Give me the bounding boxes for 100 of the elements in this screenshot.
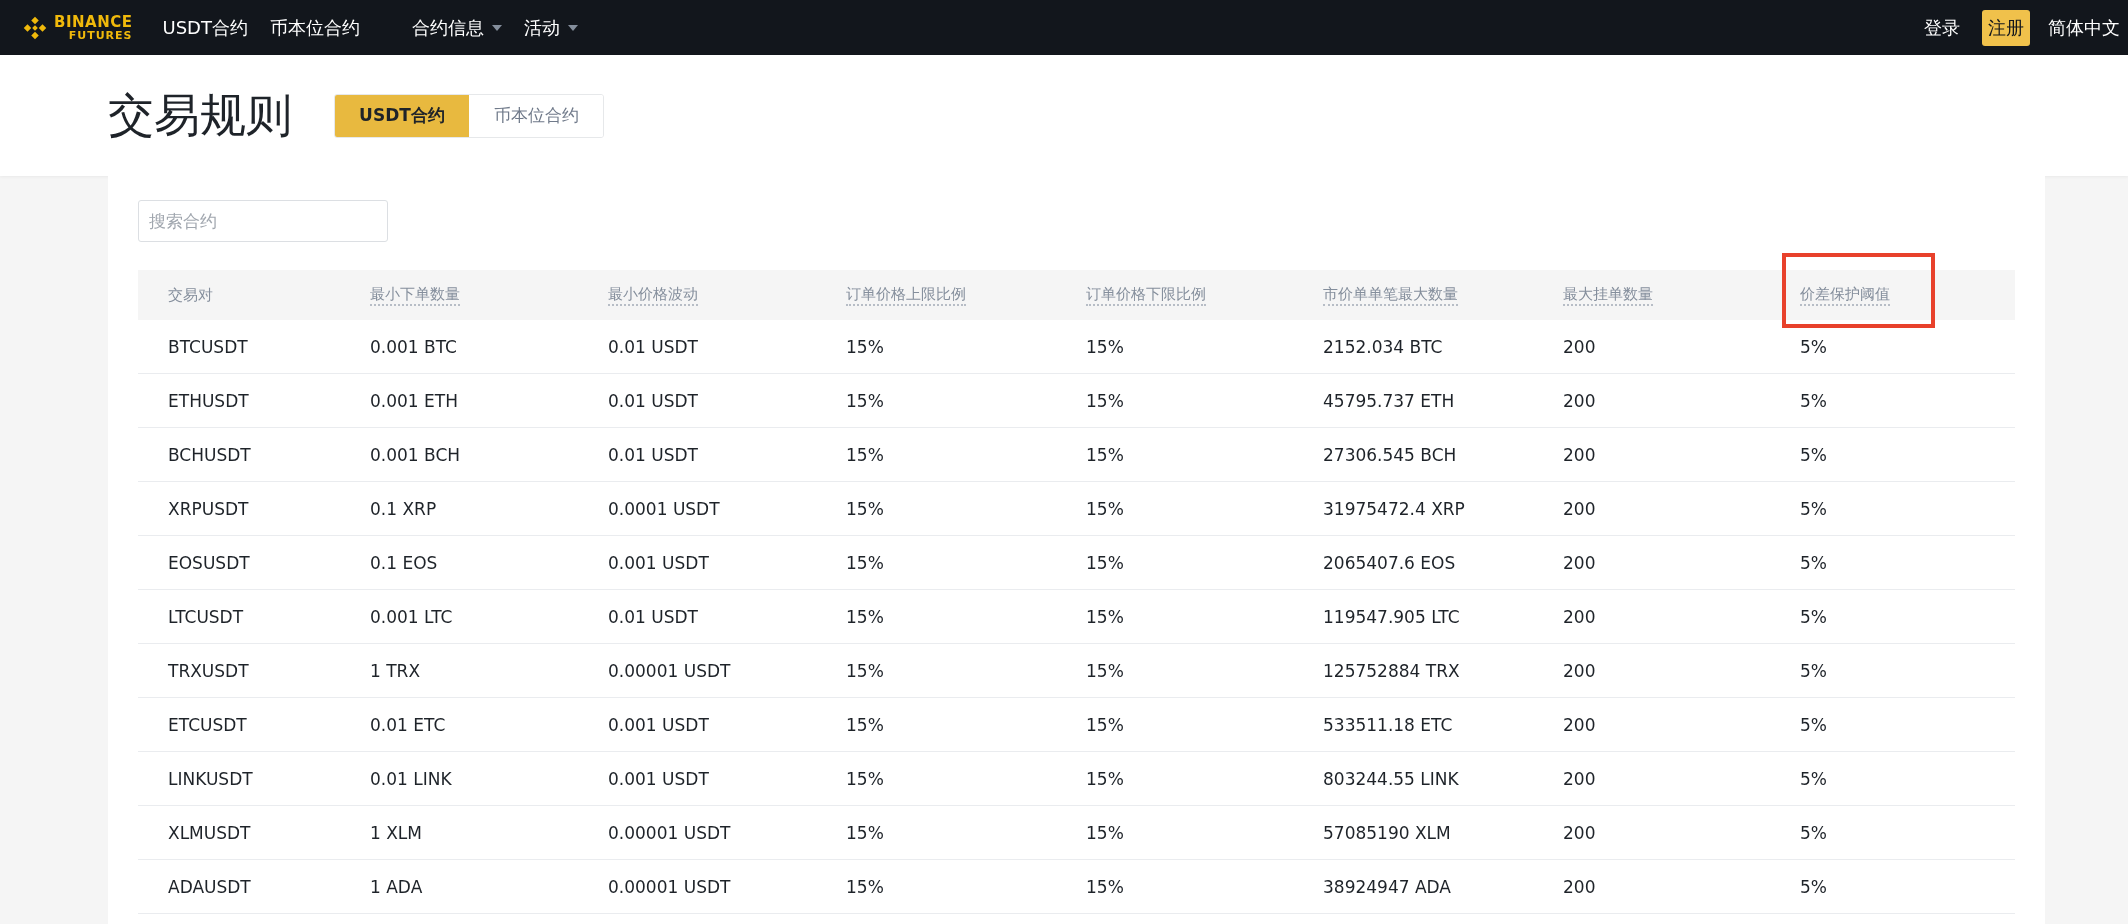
table-cell: 200: [1563, 336, 1596, 357]
tab[interactable]: USDT合约: [335, 94, 469, 137]
register-button[interactable]: 注册: [1982, 9, 2030, 46]
nav-link[interactable]: 合约信息: [411, 15, 502, 40]
table-cell: 15%: [1086, 444, 1124, 465]
nav-link[interactable]: 币本位合约: [269, 15, 360, 40]
table-cell: 15%: [1086, 714, 1124, 735]
table-cell: 15%: [1086, 336, 1124, 357]
table-cell: BTCUSDT: [168, 336, 248, 357]
search-field[interactable]: 搜索合约: [138, 200, 388, 242]
table-cell: BCHUSDT: [168, 444, 251, 465]
column-header: 最小下单数量: [370, 284, 460, 306]
table-cell: 5%: [1800, 552, 1827, 573]
table-cell: 5%: [1800, 714, 1827, 735]
table-cell: 15%: [846, 552, 884, 573]
table-cell: TRXUSDT: [168, 660, 249, 681]
table-cell: 5%: [1800, 768, 1827, 789]
table-cell: 200: [1563, 390, 1596, 411]
table-cell: 31975472.4 XRP: [1323, 498, 1465, 519]
table-cell: 2152.034 BTC: [1323, 336, 1443, 357]
table-cell: 15%: [846, 606, 884, 627]
column-header: 交易对: [168, 285, 213, 305]
table-cell: 200: [1563, 714, 1596, 735]
table-cell: 5%: [1800, 498, 1827, 519]
nav-link[interactable]: USDT合约: [162, 15, 248, 40]
table-cell: 5%: [1800, 444, 1827, 465]
table-cell: 0.001 ETH: [370, 390, 458, 411]
table-cell: 0.00001 USDT: [608, 822, 731, 843]
table-cell: 38924947 ADA: [1323, 876, 1451, 897]
column-header: 订单价格上限比例: [846, 284, 966, 306]
table-cell: EOSUSDT: [168, 552, 250, 573]
table-cell: 15%: [846, 660, 884, 681]
table-cell: 5%: [1800, 336, 1827, 357]
table-cell: 0.001 BTC: [370, 336, 457, 357]
caret-icon: [567, 24, 578, 31]
table-cell: ETHUSDT: [168, 390, 249, 411]
table-cell: ETCUSDT: [168, 714, 247, 735]
table-cell: 0.01 USDT: [608, 606, 698, 627]
table-cell: 200: [1563, 606, 1596, 627]
table-cell: 1 ADA: [370, 876, 423, 897]
column-header: 订单价格下限比例: [1086, 284, 1206, 306]
table-cell: 15%: [846, 768, 884, 789]
table-cell: 15%: [1086, 552, 1124, 573]
table-cell: LTCUSDT: [168, 606, 244, 627]
table-cell: 119547.905 LTC: [1323, 606, 1460, 627]
table-cell: 0.001 USDT: [608, 714, 709, 735]
table-cell: 200: [1563, 822, 1596, 843]
table-cell: 15%: [846, 498, 884, 519]
table-cell: 0.00001 USDT: [608, 660, 731, 681]
table-cell: 200: [1563, 768, 1596, 789]
logo-wordmark[interactable]: BINANCE: [54, 14, 133, 30]
table-cell: 0.001 USDT: [608, 552, 709, 573]
table-cell: 0.01 USDT: [608, 444, 698, 465]
table-cell: 15%: [1086, 606, 1124, 627]
table-cell: 5%: [1800, 876, 1827, 897]
table-cell: 0.001 USDT: [608, 768, 709, 789]
table-cell: 125752884 TRX: [1323, 660, 1460, 681]
table-cell: XRPUSDT: [168, 498, 249, 519]
table-cell: 27306.545 BCH: [1323, 444, 1457, 465]
table-cell: 15%: [846, 390, 884, 411]
table-cell: 5%: [1800, 606, 1827, 627]
table-cell: ADAUSDT: [168, 876, 251, 897]
column-header: 最小价格波动: [608, 284, 698, 306]
table-cell: 5%: [1800, 822, 1827, 843]
table-cell: 15%: [846, 876, 884, 897]
table-cell: 0.001 LTC: [370, 606, 453, 627]
table-cell: 15%: [1086, 660, 1124, 681]
table-cell: 15%: [846, 336, 884, 357]
language-selector[interactable]: 简体中文: [2048, 15, 2120, 40]
table-cell: 0.0001 USDT: [608, 498, 720, 519]
table-cell: 200: [1563, 444, 1596, 465]
table-cell: XLMUSDT: [168, 822, 251, 843]
table-cell: 0.01 ETC: [370, 714, 446, 735]
table-cell: 15%: [1086, 498, 1124, 519]
table-cell: 200: [1563, 660, 1596, 681]
table-cell: 5%: [1800, 390, 1827, 411]
table-cell: 45795.737 ETH: [1323, 390, 1455, 411]
login-link[interactable]: 登录: [1924, 15, 1960, 40]
table-cell: 15%: [1086, 822, 1124, 843]
table-cell: 200: [1563, 498, 1596, 519]
table-cell: 15%: [1086, 876, 1124, 897]
table-cell: 15%: [846, 822, 884, 843]
table-cell: 57085190 XLM: [1323, 822, 1451, 843]
table-cell: 0.1 XRP: [370, 498, 437, 519]
logo-subtitle[interactable]: FUTURES: [68, 29, 133, 41]
table-cell: 15%: [1086, 768, 1124, 789]
table-cell: 1 TRX: [370, 660, 421, 681]
column-header: 最大挂单数量: [1563, 284, 1653, 306]
table-cell: 15%: [846, 444, 884, 465]
table-cell: 0.01 LINK: [370, 768, 452, 789]
column-header: 市价单单笔最大数量: [1323, 284, 1458, 306]
table-cell: 200: [1563, 552, 1596, 573]
table-cell: 200: [1563, 876, 1596, 897]
table-cell: 0.001 BCH: [370, 444, 461, 465]
table-cell: 803244.55 LINK: [1323, 768, 1459, 789]
table-cell: 2065407.6 EOS: [1323, 552, 1456, 573]
table-cell: 0.1 EOS: [370, 552, 438, 573]
table-cell: 0.01 USDT: [608, 390, 698, 411]
nav-link[interactable]: 活动: [523, 15, 578, 40]
table-cell: 15%: [846, 714, 884, 735]
